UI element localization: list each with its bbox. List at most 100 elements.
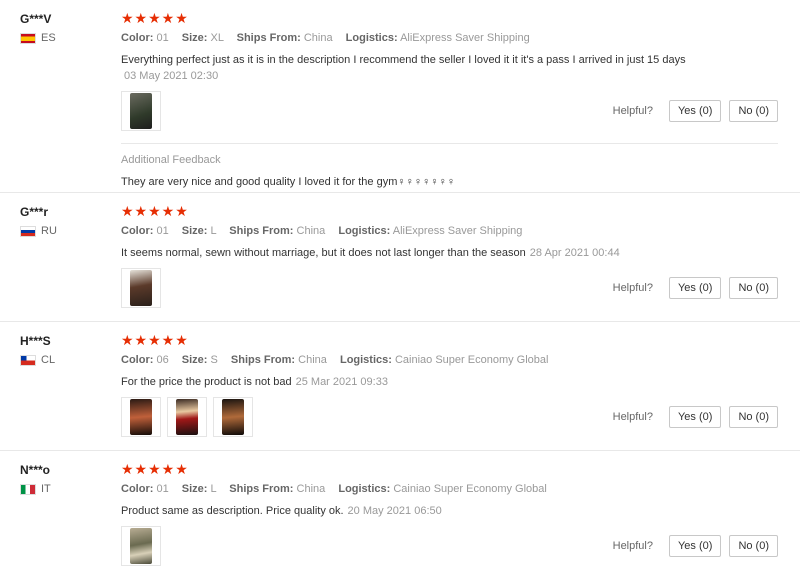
color-label: Color: (121, 354, 154, 366)
flag-cl-icon (20, 354, 36, 366)
reviewer-info: G***r RU (20, 205, 110, 237)
ships-from-value: China (296, 225, 326, 237)
country-code: CL (41, 354, 56, 366)
review-attributes: Color: 06 Size: S Ships From: China Logi… (121, 353, 778, 367)
flag-it-icon (20, 483, 36, 495)
ships-from-value: China (298, 354, 327, 366)
size-label: Size: (181, 354, 208, 366)
logistics-value: Cainiao Super Economy Global (393, 483, 547, 495)
review-text-block: Everything perfect just as it is in the … (121, 53, 778, 83)
review-content: ★★★★★ Color: 01 Size: L Ships From: Chin… (121, 193, 800, 308)
reviewer-name: G***r (20, 205, 49, 219)
review-item: G***V ES ★★★★★ Color: 01 Size: XL Ships … (0, 0, 800, 193)
review-attributes: Color: 01 Size: L Ships From: China Logi… (121, 482, 778, 496)
ships-from-label: Ships From: (229, 483, 294, 495)
country-code: RU (41, 225, 57, 237)
size-label: Size: (181, 225, 208, 237)
color-value: 01 (156, 483, 169, 495)
flag-ru-icon (20, 225, 36, 237)
size-value: XL (210, 32, 224, 44)
color-value: 01 (156, 225, 169, 237)
review-content: ★★★★★ Color: 01 Size: L Ships From: Chin… (121, 451, 800, 566)
logistics-label: Logistics: (338, 225, 391, 237)
size-value: L (210, 483, 217, 495)
review-footer: Helpful? Yes (0) No (0) (121, 526, 778, 566)
ships-from-value: China (296, 483, 326, 495)
review-footer: Helpful? Yes (0) No (0) (121, 397, 778, 437)
reviewer-info: N***o IT (20, 463, 110, 495)
helpful-no-button[interactable]: No (0) (729, 406, 778, 428)
review-item: N***o IT ★★★★★ Color: 01 Size: L Ships F… (0, 451, 800, 573)
flag-es-icon (20, 32, 36, 44)
review-attributes: Color: 01 Size: L Ships From: China Logi… (121, 224, 778, 238)
country-code: IT (41, 483, 51, 495)
helpful-voting: Helpful? Yes (0) No (0) (613, 277, 778, 299)
size-value: L (210, 225, 217, 237)
logistics-value: Cainiao Super Economy Global (394, 354, 549, 366)
helpful-yes-button[interactable]: Yes (0) (668, 277, 722, 299)
review-text: It seems normal, sewn without marriage, … (121, 247, 526, 259)
review-photo-thumbnail[interactable] (167, 397, 207, 437)
helpful-no-button[interactable]: No (0) (729, 535, 778, 557)
size-value: S (210, 354, 218, 366)
review-attributes: Color: 01 Size: XL Ships From: China Log… (121, 31, 778, 45)
reviewer-country: CL (20, 354, 110, 366)
review-text-block: Product same as description. Price quali… (121, 504, 778, 518)
logistics-label: Logistics: (345, 32, 398, 44)
review-footer: Helpful? Yes (0) No (0) (121, 91, 778, 131)
ships-from-label: Ships From: (230, 354, 296, 366)
logistics-label: Logistics: (338, 483, 391, 495)
review-photos (121, 397, 253, 437)
reviewer-country: RU (20, 225, 110, 237)
review-photos (121, 91, 161, 131)
review-photo-thumbnail[interactable] (121, 526, 161, 566)
review-date: 28 Apr 2021 00:44 (529, 247, 620, 259)
ships-from-label: Ships From: (236, 32, 301, 44)
helpful-yes-button[interactable]: Yes (0) (668, 406, 722, 428)
star-rating: ★★★★★ (121, 461, 189, 477)
reviewer-name: N***o (20, 463, 51, 477)
color-value: 06 (156, 354, 169, 366)
reviewer-info: H***S CL (20, 334, 110, 366)
reviewer-country: ES (20, 32, 110, 44)
reviewer-info: G***V ES (20, 12, 110, 44)
star-rating: ★★★★★ (121, 332, 189, 348)
review-text-block: It seems normal, sewn without marriage, … (121, 246, 778, 260)
reviewer-name: H***S (20, 334, 51, 348)
review-footer: Helpful? Yes (0) No (0) (121, 268, 778, 308)
size-label: Size: (181, 32, 208, 44)
country-code: ES (41, 32, 56, 44)
review-photo-thumbnail[interactable] (213, 397, 253, 437)
review-date: 03 May 2021 02:30 (124, 70, 219, 82)
review-text: For the price the product is not bad (121, 376, 292, 388)
size-label: Size: (181, 483, 208, 495)
review-photo-thumbnail[interactable] (121, 397, 161, 437)
helpful-no-button[interactable]: No (0) (729, 100, 778, 122)
logistics-value: AliExpress Saver Shipping (392, 225, 523, 237)
color-value: 01 (156, 32, 169, 44)
additional-feedback-section: Additional Feedback They are very nice a… (121, 143, 778, 196)
helpful-voting: Helpful? Yes (0) No (0) (613, 535, 778, 557)
review-photos (121, 268, 161, 308)
review-photo-thumbnail[interactable] (121, 91, 161, 131)
review-photo-thumbnail[interactable] (121, 268, 161, 308)
color-label: Color: (121, 225, 154, 237)
ships-from-value: China (303, 32, 333, 44)
helpful-yes-button[interactable]: Yes (0) (668, 100, 722, 122)
star-rating: ★★★★★ (121, 10, 189, 26)
star-rating: ★★★★★ (121, 203, 189, 219)
review-text: Everything perfect just as it is in the … (121, 54, 686, 66)
helpful-label: Helpful? (612, 105, 653, 117)
review-photos (121, 526, 161, 566)
color-label: Color: (121, 483, 154, 495)
helpful-yes-button[interactable]: Yes (0) (668, 535, 722, 557)
helpful-voting: Helpful? Yes (0) No (0) (613, 406, 778, 428)
reviewer-name: G***V (20, 12, 52, 26)
review-content: ★★★★★ Color: 01 Size: XL Ships From: Chi… (121, 0, 800, 196)
helpful-label: Helpful? (612, 540, 653, 552)
logistics-value: AliExpress Saver Shipping (400, 32, 530, 44)
helpful-label: Helpful? (612, 411, 653, 423)
review-item: H***S CL ★★★★★ Color: 06 Size: S Ships F… (0, 322, 800, 451)
review-date: 25 Mar 2021 09:33 (295, 376, 388, 388)
helpful-no-button[interactable]: No (0) (729, 277, 778, 299)
